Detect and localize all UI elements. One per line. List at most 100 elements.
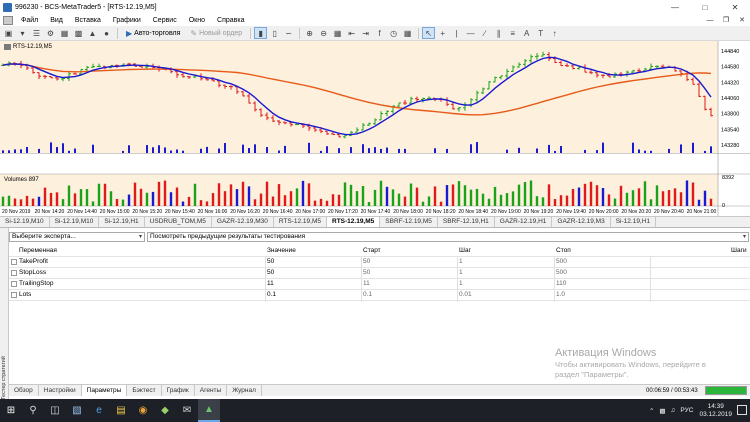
tester-tab[interactable]: Параметры: [81, 385, 128, 396]
search-icon[interactable]: ⚲: [22, 399, 44, 422]
tester-tab[interactable]: Журнал: [227, 385, 262, 396]
minimize-icon[interactable]: —: [660, 0, 690, 14]
param-value[interactable]: 50: [267, 268, 274, 278]
param-value[interactable]: 0.1: [267, 290, 276, 300]
parameter-row[interactable]: TakeProfit 50 50 1 500: [9, 257, 750, 268]
param-start[interactable]: 50: [363, 268, 370, 278]
periods-icon[interactable]: ◷: [387, 27, 400, 39]
language-indicator[interactable]: РУС: [680, 407, 693, 414]
chart-tab[interactable]: SBRF-12.19,H1: [438, 217, 495, 227]
col-stop[interactable]: Стоп: [556, 246, 571, 256]
candle-chart-icon[interactable]: ▯: [268, 27, 281, 39]
param-step[interactable]: 1: [459, 257, 463, 267]
param-stop[interactable]: 500: [556, 257, 567, 267]
arrows-icon[interactable]: ↑: [548, 27, 561, 39]
crosshair-icon[interactable]: +: [436, 27, 449, 39]
optimize-checkbox[interactable]: [11, 270, 17, 276]
metatrader-taskbar-icon[interactable]: ▲: [198, 399, 220, 422]
data-window-icon[interactable]: ▦: [58, 27, 71, 39]
chart-window-icon[interactable]: [3, 15, 13, 25]
tile-windows-icon[interactable]: ▦: [331, 27, 344, 39]
cursor-icon[interactable]: ↖: [422, 27, 436, 39]
col-value[interactable]: Значение: [267, 246, 296, 256]
mdi-restore-icon[interactable]: ❐: [718, 16, 734, 24]
price-chart[interactable]: RTS-12.19,M5 144840 144580 144320 144060 143…: [0, 41, 750, 216]
line-chart-icon[interactable]: ∽: [282, 27, 295, 39]
optimize-checkbox[interactable]: [11, 281, 17, 287]
autotrade-button[interactable]: ▶ Авто-торговля: [121, 27, 185, 39]
new-order-button[interactable]: ✎ Новый ордер: [185, 27, 247, 39]
param-start[interactable]: 50: [363, 257, 370, 267]
menu-charts[interactable]: Графики: [107, 17, 147, 24]
windows-start-icon[interactable]: ⊞: [0, 399, 22, 422]
tester-tab[interactable]: Обзор: [9, 385, 39, 396]
chart-tab[interactable]: RTS-12.19,M5: [274, 217, 327, 227]
store-icon[interactable]: ▧: [66, 399, 88, 422]
chart-tab[interactable]: GAZR-12.19,M30: [212, 217, 274, 227]
profiles-icon[interactable]: ▾: [16, 27, 29, 39]
col-step[interactable]: Шаг: [459, 246, 471, 256]
param-step[interactable]: 0.01: [459, 290, 472, 300]
parameter-row[interactable]: TrailingStop 11 11 1 110: [9, 279, 750, 290]
col-variable[interactable]: Переменная: [19, 246, 57, 256]
param-stop[interactable]: 500: [556, 268, 567, 278]
tester-side-bar[interactable]: Тестер стратегий: [0, 228, 9, 400]
col-start[interactable]: Старт: [363, 246, 381, 256]
optimize-checkbox[interactable]: [11, 259, 17, 265]
indicators-icon[interactable]: f: [373, 27, 386, 39]
param-stop[interactable]: 110: [556, 279, 566, 289]
chrome-icon[interactable]: ◉: [132, 399, 154, 422]
parameter-row[interactable]: Lots 0.1 0.1 0.01 1.0: [9, 290, 750, 301]
param-step[interactable]: 1: [459, 268, 463, 278]
horizontal-line-icon[interactable]: —: [464, 27, 477, 39]
clock[interactable]: 14:39 03.12.2019: [699, 403, 732, 419]
chart-tab[interactable]: GAZR-12.19,M3: [552, 217, 611, 227]
bar-chart-icon[interactable]: ▮: [254, 27, 268, 39]
chart-tab[interactable]: USDRUB_TOM,M5: [145, 217, 212, 227]
task-view-icon[interactable]: ◫: [44, 399, 66, 422]
notifications-icon[interactable]: [737, 405, 747, 415]
zoom-out-icon[interactable]: ⊖: [317, 27, 330, 39]
channel-icon[interactable]: ∥: [492, 27, 505, 39]
chart-tab[interactable]: SBRF-12.19,M5: [380, 217, 438, 227]
chart-tab[interactable]: Si-12.19,H1: [99, 217, 145, 227]
trendline-icon[interactable]: ∕: [478, 27, 491, 39]
chart-tab[interactable]: GAZR-12.19,H1: [495, 217, 553, 227]
tray-chevron-icon[interactable]: ⌃: [649, 407, 654, 415]
templates-icon[interactable]: ▦: [401, 27, 414, 39]
text-icon[interactable]: A: [520, 27, 533, 39]
mdi-close-icon[interactable]: ✕: [734, 16, 750, 24]
chart-shift-icon[interactable]: ⇤: [345, 27, 358, 39]
fibonacci-icon[interactable]: ≡: [506, 27, 519, 39]
signals-icon[interactable]: ●: [100, 27, 113, 39]
price-chart-svg[interactable]: 144840 144580 144320 144060 143800 143540 1432…: [0, 41, 750, 216]
navigator-icon[interactable]: ⚙: [44, 27, 57, 39]
zoom-in-icon[interactable]: ⊕: [303, 27, 316, 39]
new-chart-icon[interactable]: ▣: [2, 27, 15, 39]
chart-tab[interactable]: Si-12.19,M10: [50, 217, 100, 227]
param-value[interactable]: 11: [267, 279, 274, 289]
param-start[interactable]: 11: [363, 279, 370, 289]
volume-icon[interactable]: ♫: [671, 407, 676, 414]
col-steps[interactable]: Шаги: [731, 246, 747, 256]
tester-tab[interactable]: Бэктест: [127, 385, 162, 396]
menu-window[interactable]: Окно: [183, 17, 211, 24]
chart-tab[interactable]: Si-12.19,M10: [0, 217, 50, 227]
maximize-icon[interactable]: □: [690, 0, 720, 14]
expert-select[interactable]: Выберите эксперта... ▾: [9, 232, 145, 242]
network-icon[interactable]: ▩: [659, 407, 665, 415]
market-watch-icon[interactable]: ☰: [30, 27, 43, 39]
menu-insert[interactable]: Вставка: [69, 17, 107, 24]
param-start[interactable]: 0.1: [363, 290, 372, 300]
mail-icon[interactable]: ✉: [176, 399, 198, 422]
menu-tools[interactable]: Сервис: [147, 17, 183, 24]
param-value[interactable]: 50: [267, 257, 274, 267]
tester-icon[interactable]: ▲: [86, 27, 99, 39]
app-icon[interactable]: ◆: [154, 399, 176, 422]
close-icon[interactable]: ✕: [720, 0, 750, 14]
tester-tab[interactable]: Агенты: [195, 385, 228, 396]
previous-results-select[interactable]: Посмотреть предыдущие результаты тестиро…: [147, 232, 749, 242]
label-icon[interactable]: T: [534, 27, 547, 39]
param-stop[interactable]: 1.0: [556, 290, 565, 300]
chart-tab[interactable]: RTS-12.19,M5: [327, 217, 381, 227]
